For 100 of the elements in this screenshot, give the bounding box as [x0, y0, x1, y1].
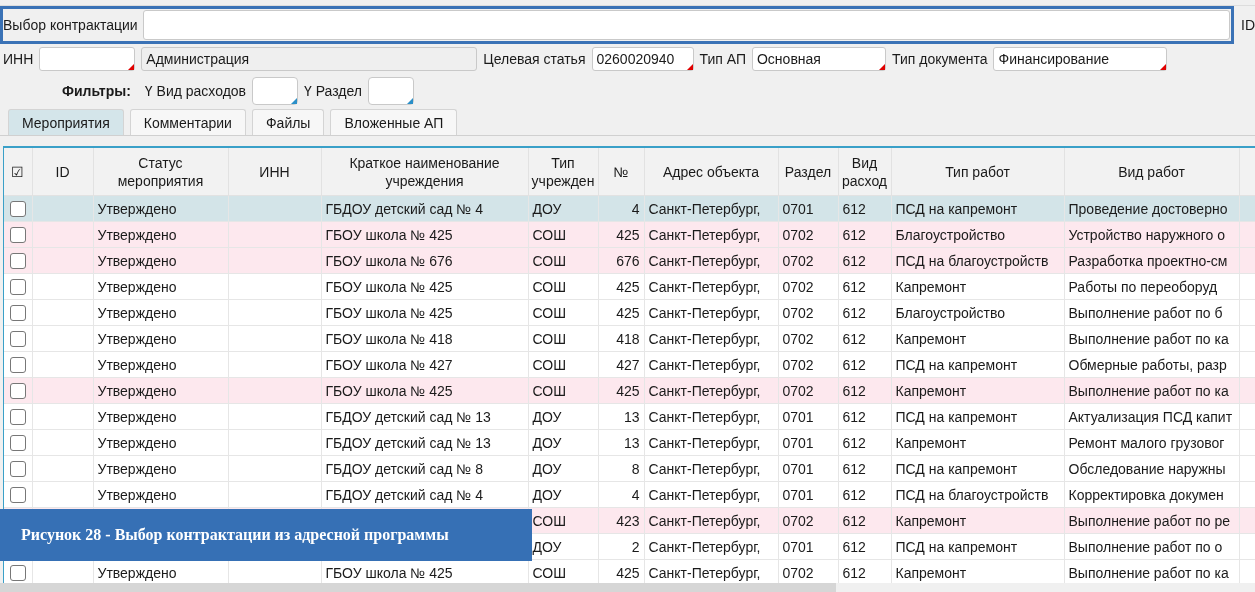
- figure-caption: Рисунок 28 - Выбор контрактации из адресной программы: [0, 509, 532, 561]
- table-row[interactable]: Утверждено ГБДОУ детский сад № 8 ДОУ 8 Санкт-Петербург, 0701 612 ПСД на капремонт Обследование наружны: [4, 455, 1255, 482]
- field-label: ИНН: [3, 51, 34, 67]
- table-cell: Корректировка докумен: [1068, 486, 1224, 503]
- row-checkbox[interactable]: [9, 409, 26, 426]
- contract-choice-field[interactable]: [142, 10, 1230, 40]
- table-cell: Санкт-Петербург,: [648, 200, 761, 217]
- table-cell: Капремонт: [895, 382, 967, 399]
- column-header[interactable]: ИНН: [228, 148, 321, 196]
- table-row[interactable]: Утверждено ГБДОУ детский сад № 13 ДОУ 13 Санкт-Петербург, 0701 612 ПСД на капремонт Актуализация ПСД капит: [4, 403, 1255, 430]
- field-label: Целевая статья: [483, 51, 586, 67]
- table-row[interactable]: Утверждено ГБДОУ детский сад № 4 ДОУ 4 Санкт-Петербург, 0701 612 ПСД на капремонт Проведение достоверно: [4, 195, 1255, 222]
- table-cell: Санкт-Петербург,: [648, 278, 761, 295]
- table-row[interactable]: Утверждено ГБОУ школа № 425 СОШ 425 Санкт-Петербург, 0702 612 Благоустройство Выполнение работ по б: [4, 299, 1255, 326]
- column-header[interactable]: Краткое наименование учреждения: [321, 148, 528, 196]
- row-checkbox[interactable]: [9, 357, 26, 374]
- input-field[interactable]: Финансирование: [993, 47, 1168, 71]
- table-cell: Санкт-Петербург,: [648, 564, 761, 581]
- input-field[interactable]: 0260020940: [591, 47, 694, 71]
- row-checkbox[interactable]: [9, 461, 26, 478]
- table-cell: Санкт-Петербург,: [648, 486, 761, 503]
- row-checkbox[interactable]: [9, 253, 26, 270]
- table-cell: СОШ: [532, 356, 567, 373]
- row-checkbox[interactable]: [9, 305, 26, 322]
- scrollbar-thumb[interactable]: [0, 583, 836, 592]
- table-row[interactable]: Утверждено ГБОУ школа № 418 СОШ 418 Санкт-Петербург, 0702 612 Капремонт Выполнение работ по ка: [4, 325, 1255, 352]
- table-cell: Капремонт: [895, 564, 967, 581]
- table-cell: Утверждено: [97, 200, 177, 217]
- table-cell: ГБДОУ детский сад № 4: [325, 200, 484, 217]
- table-cell: 2: [631, 538, 640, 555]
- column-header[interactable]: Вид расход: [838, 148, 891, 196]
- tab[interactable]: Файлы: [251, 109, 325, 135]
- input-field[interactable]: Основная: [752, 47, 886, 71]
- column-header[interactable]: №: [598, 148, 644, 196]
- table-cell: 427: [616, 356, 640, 373]
- table-cell: ДОУ: [532, 408, 562, 425]
- table-cell: 612: [842, 252, 866, 269]
- table-row[interactable]: Утверждено ГБОУ школа № 425 СОШ 425 Санкт-Петербург, 0702 612 Капремонт Работы по переоборуд: [4, 273, 1255, 300]
- input-field[interactable]: Администрация: [141, 47, 478, 71]
- table-cell: Обмерные работы, разр: [1068, 356, 1227, 373]
- column-header[interactable]: ID: [32, 148, 93, 196]
- filter-field[interactable]: [252, 77, 299, 105]
- table-cell: Утверждено: [97, 486, 177, 503]
- table-cell: Санкт-Петербург,: [648, 252, 761, 269]
- table-cell: Утверждено: [97, 304, 177, 321]
- table-row[interactable]: Утверждено ГБДОУ детский сад № 4 ДОУ 4 Санкт-Петербург, 0701 612 ПСД на благоустройств Корректировка докумен: [4, 481, 1255, 508]
- column-header[interactable]: Вид работ: [1064, 148, 1239, 196]
- table-row[interactable]: Утверждено ГБОУ школа № 425 СОШ 425 Санкт-Петербург, 0702 612 Благоустройство Устройство наружного о: [4, 221, 1255, 248]
- table-cell: 0702: [782, 226, 814, 243]
- table-cell: 425: [616, 304, 640, 321]
- table-cell: 0702: [782, 512, 814, 529]
- table-cell: 612: [842, 226, 866, 243]
- row-checkbox[interactable]: [9, 279, 26, 296]
- table-cell: 612: [842, 460, 866, 477]
- table-row[interactable]: Утверждено ГБОУ школа № 425 СОШ 425 Санкт-Петербург, 0702 612 Капремонт Выполнение работ по ка: [4, 377, 1255, 404]
- table-cell: 4: [631, 486, 640, 503]
- row-checkbox[interactable]: [9, 331, 26, 348]
- row-checkbox[interactable]: [9, 487, 26, 504]
- table-cell: Капремонт: [895, 434, 967, 451]
- row-checkbox[interactable]: [9, 227, 26, 244]
- table-cell: ДОУ: [532, 434, 562, 451]
- table-cell: Утверждено: [97, 408, 177, 425]
- column-header[interactable]: Адрес объекта: [644, 148, 778, 196]
- table-cell: 0701: [782, 200, 814, 217]
- table-cell: ПСД на капремонт: [895, 538, 1018, 555]
- column-header[interactable]: Тип учрежден: [528, 148, 598, 196]
- table-cell: Утверждено: [97, 460, 177, 477]
- table-cell: Санкт-Петербург,: [648, 434, 761, 451]
- table-cell: ПСД на капремонт: [895, 356, 1018, 373]
- table-row[interactable]: Утверждено ГБОУ школа № 427 СОШ 427 Санкт-Петербург, 0702 612 ПСД на капремонт Обмерные работы, разр: [4, 351, 1255, 378]
- column-header[interactable]: Статус мероприятия: [93, 148, 228, 196]
- table-cell: Устройство наружного о: [1068, 226, 1226, 243]
- column-header[interactable]: Раздел: [778, 148, 838, 196]
- table-cell: 0702: [782, 252, 814, 269]
- column-header[interactable]: ☑: [4, 148, 32, 196]
- table-row[interactable]: Утверждено ГБДОУ детский сад № 13 ДОУ 13 Санкт-Петербург, 0701 612 Капремонт Ремонт малого грузовог: [4, 429, 1255, 456]
- table-cell: Благоустройство: [895, 304, 1006, 321]
- row-checkbox[interactable]: [9, 565, 26, 582]
- input-field[interactable]: [39, 47, 136, 71]
- row-checkbox[interactable]: [9, 435, 26, 452]
- table-cell: 13: [623, 408, 640, 425]
- table-cell: Утверждено: [97, 356, 177, 373]
- column-header[interactable]: Тип работ: [891, 148, 1064, 196]
- row-checkbox[interactable]: [9, 383, 26, 400]
- table-cell: Актуализация ПСД капит: [1068, 408, 1233, 425]
- tab[interactable]: Комментарии: [129, 109, 246, 135]
- table-cell: 0701: [782, 486, 814, 503]
- row-checkbox[interactable]: [9, 201, 26, 218]
- table-row[interactable]: Утверждено ГБОУ школа № 676 СОШ 676 Санкт-Петербург, 0702 612 ПСД на благоустройств Разработка проектно-см: [4, 247, 1255, 274]
- filter-field[interactable]: [368, 77, 415, 105]
- field-label: Тип документа: [892, 51, 988, 67]
- table-cell: 612: [842, 330, 866, 347]
- field-label: ID: [1241, 17, 1255, 33]
- table-cell: ГБОУ школа № 676: [325, 252, 453, 269]
- table-cell: Санкт-Петербург,: [648, 460, 761, 477]
- table-cell: 425: [616, 382, 640, 399]
- table-cell: ДОУ: [532, 538, 562, 555]
- tab[interactable]: Мероприятия: [8, 109, 124, 135]
- table-cell: ДОУ: [532, 486, 562, 503]
- tab[interactable]: Вложенные АП: [330, 109, 458, 135]
